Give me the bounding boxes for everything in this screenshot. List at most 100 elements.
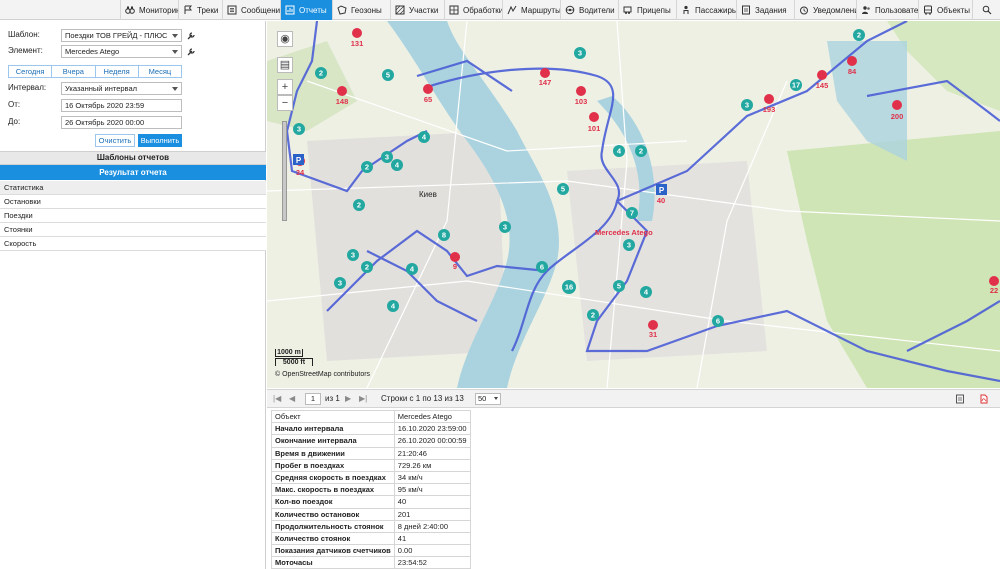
table-row: Макс. скорость в поездках 95 км/ч (271, 483, 471, 497)
stat-name: Продолжительность стоянок (271, 519, 395, 533)
svg-text:2: 2 (319, 69, 323, 78)
eye-icon: ◉ (280, 33, 290, 45)
zoom-slider[interactable] (282, 121, 287, 221)
tab-tasks[interactable]: Задания (736, 0, 794, 20)
interval-select[interactable]: Указанный интервал (61, 82, 182, 95)
svg-text:2: 2 (591, 311, 595, 320)
map-canvas: 131 147 148 65 101 103 193 145 84 200 34… (267, 21, 1000, 388)
top-toolbar: Мониторинг Треки Сообщения Отчеты Геозон… (0, 0, 1000, 20)
stat-name: Моточасы (271, 556, 395, 569)
tab-label: Задания (755, 5, 787, 15)
result-sections-list: Статистика Остановки Поездки Стоянки Ско… (0, 181, 266, 251)
table-row: Окончание интервала 26.10.2020 00:00:59 (271, 434, 471, 448)
period-week-button[interactable]: Неделя (95, 66, 139, 77)
vehicle-label: Mercedes Atego (595, 228, 653, 237)
driver-icon (565, 5, 575, 15)
tab-reports[interactable]: Отчеты (280, 0, 332, 20)
from-datetime-input[interactable]: 16 Октябрь 2020 23:59 (61, 99, 182, 112)
pdf-export-icon[interactable] (979, 394, 989, 404)
tab-users[interactable]: Пользователи (856, 0, 918, 20)
svg-text:2: 2 (639, 147, 643, 156)
passenger-icon (681, 5, 691, 15)
element-select[interactable]: Mercedes Atego (61, 45, 182, 58)
tab-objects[interactable]: Объекты (918, 0, 972, 20)
print-icon[interactable] (955, 394, 965, 404)
tab-trailers[interactable]: Прицепы (618, 0, 676, 20)
tab-geofences[interactable]: Геозоны (332, 0, 390, 20)
tab-label: Уведомления (813, 5, 856, 15)
search-button[interactable] (972, 0, 1000, 20)
tab-tracks[interactable]: Треки (178, 0, 222, 20)
period-yesterday-button[interactable]: Вчера (52, 66, 96, 77)
map-attribution: © OpenStreetMap contributors (275, 371, 371, 378)
svg-text:6: 6 (716, 317, 720, 326)
tab-passengers[interactable]: Пассажиры (676, 0, 736, 20)
result-item-stops[interactable]: Остановки (0, 195, 266, 209)
next-page-icon[interactable]: ▶ (345, 394, 351, 403)
svg-text:5: 5 (617, 282, 621, 291)
first-page-icon[interactable]: |◀ (273, 394, 281, 403)
page-number-input[interactable]: 1 (305, 393, 321, 405)
table-row: Объект Mercedes Atego (271, 409, 471, 424)
svg-text:16: 16 (565, 283, 573, 292)
zoom-in-button[interactable]: + (277, 79, 293, 95)
result-item-speed[interactable]: Скорость (0, 237, 266, 251)
svg-text:2: 2 (357, 201, 361, 210)
tab-notifications[interactable]: Уведомления (794, 0, 856, 20)
svg-text:3: 3 (627, 241, 631, 250)
period-month-button[interactable]: Месяц (138, 66, 181, 77)
map-view[interactable]: 131 147 148 65 101 103 193 145 84 200 34… (267, 21, 1000, 388)
tab-areas[interactable]: Участки (390, 0, 444, 20)
map-layers-button[interactable]: ▤ (277, 57, 293, 73)
report-templates-header[interactable]: Шаблоны отчетов (0, 151, 266, 165)
stop-label: 103 (575, 97, 588, 106)
tab-monitoring[interactable]: Мониторинг (120, 0, 178, 20)
stat-name: Окончание интервала (271, 434, 395, 448)
svg-text:3: 3 (351, 251, 355, 260)
tab-processing[interactable]: Обработки (444, 0, 502, 20)
map-icon: ▤ (279, 59, 291, 71)
svg-text:5: 5 (386, 71, 390, 80)
template-select[interactable]: Поездки ТОВ ГРЕЙД - ПЛЮС (61, 29, 182, 42)
stop-label: 34 (296, 168, 305, 177)
tasks-icon (741, 5, 751, 15)
alarm-icon (799, 5, 809, 15)
tab-messages[interactable]: Сообщения (222, 0, 280, 20)
layers-visibility-button[interactable]: ◉ (277, 31, 293, 47)
page-count: из 1 (325, 394, 340, 403)
wrench-icon[interactable] (186, 31, 196, 41)
result-item-statistics[interactable]: Статистика (0, 181, 266, 195)
rows-range: Строки с 1 по 13 из 13 (381, 394, 464, 403)
tab-routes[interactable]: Маршруты (502, 0, 560, 20)
search-icon (982, 5, 992, 15)
period-today-button[interactable]: Сегодня (9, 66, 53, 77)
flag-icon (183, 5, 193, 15)
stat-value: 8 дней 2:40:00 (393, 519, 471, 533)
trailer-icon (623, 5, 633, 15)
prev-page-icon[interactable]: ◀ (289, 394, 295, 403)
geofence-icon (337, 5, 347, 15)
svg-text:3: 3 (385, 153, 389, 162)
result-item-trips[interactable]: Поездки (0, 209, 266, 223)
stat-value: 26.10.2020 00:00:59 (393, 434, 471, 448)
binoculars-icon (125, 5, 135, 15)
result-item-parkings[interactable]: Стоянки (0, 223, 266, 237)
to-datetime-input[interactable]: 26 Октябрь 2020 00:00 (61, 116, 182, 129)
clear-button[interactable]: Очистить (95, 134, 135, 147)
svg-text:2: 2 (857, 31, 861, 40)
wrench-icon[interactable] (186, 47, 196, 57)
urban-area (307, 131, 507, 361)
table-row: Показания датчиков счетчиков 0.00 (271, 544, 471, 558)
tab-drivers[interactable]: Водители (560, 0, 618, 20)
statistics-table: Объект Mercedes Atego Начало интервала 16.1… (271, 409, 471, 569)
page-size-select[interactable]: 50 (475, 393, 501, 405)
report-result-header[interactable]: Результат отчета (0, 165, 266, 180)
last-page-icon[interactable]: ▶| (359, 394, 367, 403)
run-report-button[interactable]: Выполнить (138, 134, 182, 147)
stop-label: 131 (351, 39, 364, 48)
tab-label: Сообщения (241, 5, 280, 15)
template-label: Шаблон: (8, 30, 40, 39)
zoom-out-button[interactable]: − (277, 95, 293, 111)
stop-label: 9 (453, 262, 457, 271)
stat-value: 95 км/ч (393, 483, 471, 497)
